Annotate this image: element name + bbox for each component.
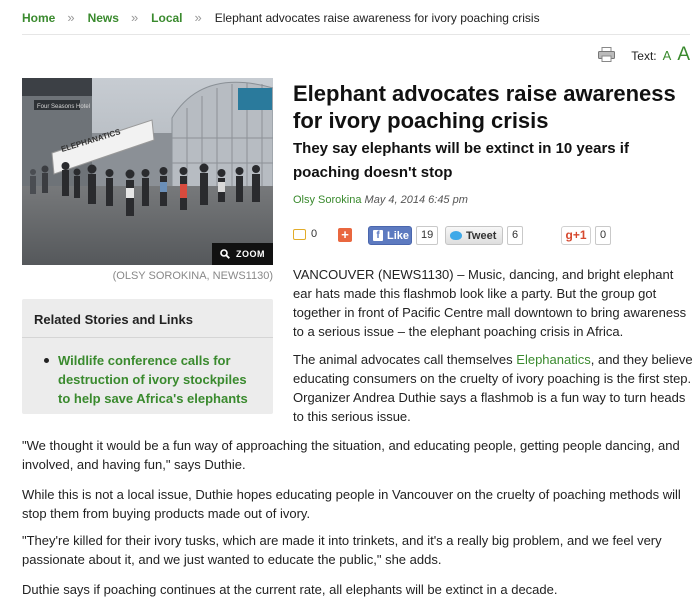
text-size-large-button[interactable]: A	[677, 44, 690, 66]
social-share-bar: 0 + f Like 19 Tweet 6 g+1 0	[293, 225, 693, 245]
article-headline: Elephant advocates raise awareness for i…	[293, 81, 676, 133]
photo-credit: (OLSY SOROKINA, NEWS1130)	[112, 270, 273, 282]
article-paragraph: "We thought it would be a fun way of app…	[22, 438, 680, 472]
facebook-icon: f	[373, 230, 383, 241]
comment-count: 0	[311, 228, 318, 240]
zoom-button[interactable]: ZOOM	[212, 243, 273, 265]
paragraph-text: The animal advocates call themselves	[293, 352, 517, 367]
related-stories-box: Related Stories and Links Wildlife confe…	[22, 299, 273, 414]
breadcrumb-current: Elephant advocates raise awareness for i…	[214, 10, 540, 25]
share-plus-icon: +	[341, 227, 349, 242]
article-paragraph: VANCOUVER (NEWS1130) – Music, dancing, a…	[293, 267, 687, 339]
text-size-small-button[interactable]: A	[663, 48, 672, 63]
comments-link[interactable]: 0	[293, 228, 317, 240]
article-paragraph: While this is not a local issue, Duthie …	[22, 487, 681, 521]
google-plus-label: g+1	[565, 228, 587, 242]
google-plus-button[interactable]: g+1	[561, 226, 591, 245]
google-plus-count: 0	[595, 226, 612, 245]
related-stories-title: Related Stories and Links	[34, 312, 193, 327]
breadcrumb: Home » News » Local » Elephant advocates…	[22, 10, 540, 25]
related-link[interactable]: Wildlife conference calls for destructio…	[44, 351, 259, 408]
facebook-like-label: Like	[387, 229, 410, 242]
building-sign: Four Seasons Hotel	[37, 104, 90, 110]
text-size-label: Text:	[631, 49, 657, 63]
byline: Olsy Sorokina May 4, 2014 6:45 pm	[293, 194, 468, 206]
text-tools: Text: A A	[598, 44, 690, 66]
article-photo[interactable]: Four Seasons Hotel ELEPHANATICS ZOOM	[22, 78, 273, 265]
breadcrumb-separator: »	[67, 10, 75, 25]
elephanatics-link[interactable]: Elephanatics	[516, 352, 590, 367]
print-icon[interactable]	[598, 47, 616, 62]
facebook-like-button[interactable]: f Like	[368, 226, 412, 245]
breadcrumb-home-link[interactable]: Home	[22, 11, 55, 25]
tweet-label: Tweet	[466, 229, 497, 242]
zoom-label: ZOOM	[236, 249, 265, 259]
magnifier-icon	[220, 249, 230, 259]
breadcrumb-local-link[interactable]: Local	[151, 11, 182, 25]
share-plus-button[interactable]: +	[338, 228, 352, 242]
publish-date: May 4, 2014 6:45 pm	[364, 194, 468, 206]
article-subheadline: They say elephants will be extinct in 10…	[293, 140, 629, 181]
breadcrumb-divider	[22, 34, 690, 35]
related-links-list: Wildlife conference calls for destructio…	[22, 338, 273, 408]
breadcrumb-news-link[interactable]: News	[88, 11, 119, 25]
flashmob-photo-image: Four Seasons Hotel ELEPHANATICS	[22, 78, 273, 265]
article-paragraph: The animal advocates call themselves Ele…	[293, 350, 693, 426]
author-link[interactable]: Olsy Sorokina	[293, 194, 361, 206]
breadcrumb-separator: »	[194, 10, 202, 25]
facebook-like-count: 19	[416, 226, 439, 245]
comment-icon	[293, 228, 306, 240]
tweet-button[interactable]: Tweet	[445, 226, 503, 245]
breadcrumb-separator: »	[130, 10, 139, 25]
tweet-count: 6	[507, 226, 524, 245]
article-paragraph: "They're killed for their ivory tusks, w…	[22, 533, 662, 567]
article-paragraph: Duthie says if poaching continues at the…	[22, 582, 558, 597]
twitter-bird-icon	[450, 231, 462, 240]
